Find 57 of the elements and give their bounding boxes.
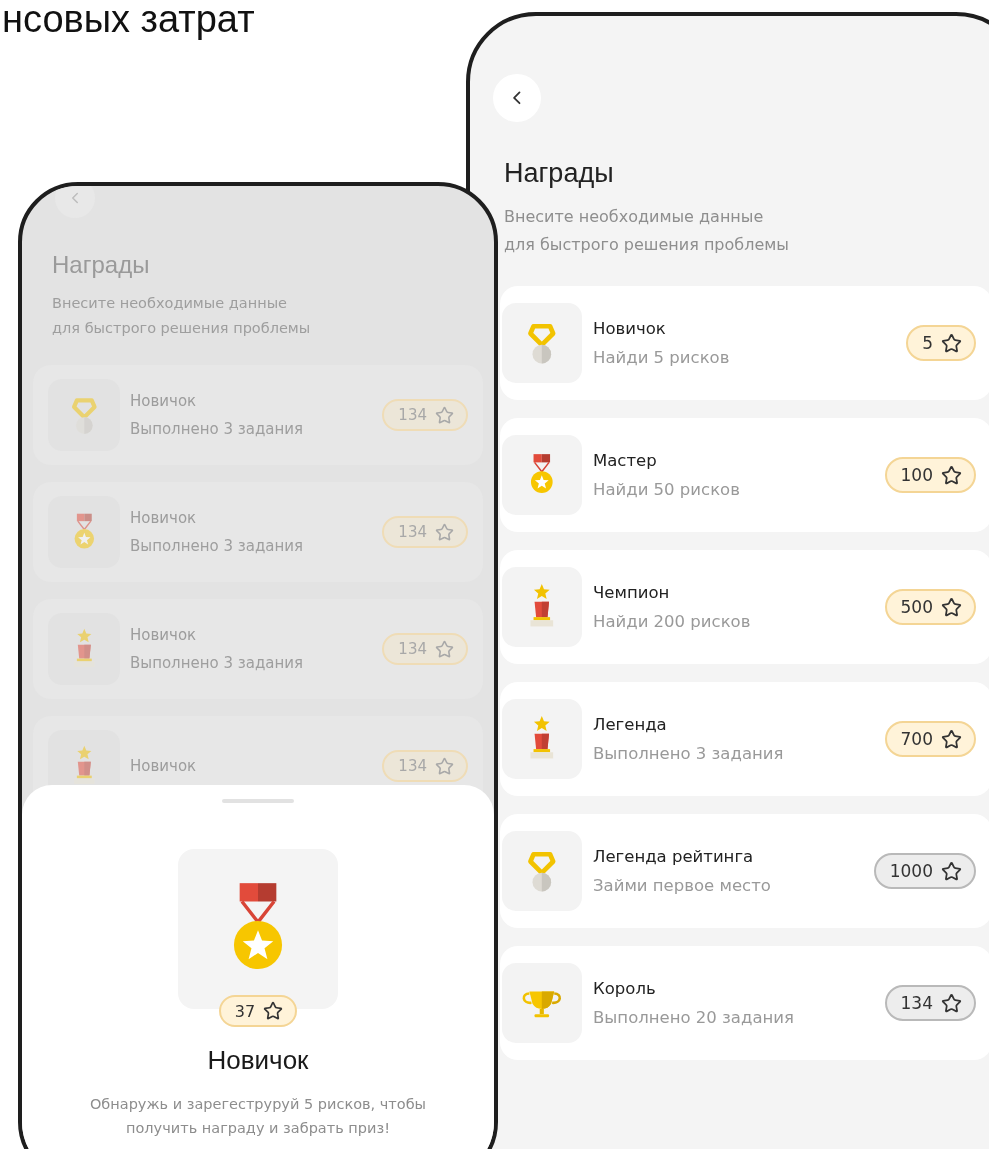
star-icon xyxy=(941,596,962,618)
star-icon xyxy=(941,332,962,354)
reward-name: Новичок xyxy=(130,509,198,527)
subtitle-line: Внесите необходимые данные xyxy=(52,294,288,313)
screen-title: Награды xyxy=(52,251,151,279)
points-value: 700 xyxy=(900,729,933,749)
reward-name: Новичок xyxy=(130,757,198,775)
star-icon xyxy=(941,728,962,750)
reward-task: Выполнено 3 задания xyxy=(593,744,785,763)
reward-card[interactable]: Чемпион Найди 200 рисков 500 xyxy=(500,550,989,664)
reward-card[interactable]: Легенда Выполнено 3 задания 700 xyxy=(500,682,989,796)
star-icon xyxy=(941,860,962,882)
points-value: 37 xyxy=(234,1001,256,1021)
star-icon xyxy=(435,405,454,425)
points-value: 5 xyxy=(922,333,933,353)
back-button[interactable] xyxy=(55,186,95,218)
points-value: 134 xyxy=(900,993,933,1013)
reward-name: Легенда рейтинга xyxy=(593,847,755,866)
points-value: 134 xyxy=(398,406,427,424)
reward-card[interactable]: Новичок Найди 5 рисков 5 xyxy=(500,286,989,400)
reward-task: Найди 5 рисков xyxy=(593,348,731,367)
reward-task: Займи первое место xyxy=(593,876,772,895)
points-value: 134 xyxy=(398,640,427,658)
star-icon xyxy=(941,464,962,486)
star-icon xyxy=(941,992,962,1014)
screen-title: Награды xyxy=(504,158,615,189)
reward-name: Новичок xyxy=(593,319,667,338)
star-icon xyxy=(435,756,454,776)
reward-description: Обнаружь и зарегеструруй 5 рисков, чтобы получить награду и забрать приз! xyxy=(88,1095,428,1138)
reward-task: Выполнено 3 задания xyxy=(130,420,305,438)
subtitle-line: для быстрого решения проблемы xyxy=(52,319,312,338)
reward-task: Найди 50 рисков xyxy=(593,480,741,499)
reward-name: Чемпион xyxy=(593,583,671,602)
reward-card[interactable]: Мастер Найди 50 рисков 100 xyxy=(500,418,989,532)
points-value: 100 xyxy=(900,465,933,485)
star-icon xyxy=(435,522,454,542)
star-icon xyxy=(435,639,454,659)
headline: нсовых затрат xyxy=(2,0,255,42)
reward-task: Найди 200 рисков xyxy=(593,612,752,631)
reward-name: Новичок xyxy=(130,626,198,644)
reward-name: Мастер xyxy=(593,451,658,470)
reward-card[interactable]: Король Выполнено 20 задания 134 xyxy=(500,946,989,1060)
reward-task: Выполнено 3 задания xyxy=(130,537,305,555)
reward-card[interactable]: Легенда рейтинга Займи первое место 1000 xyxy=(500,814,989,928)
points-value: 134 xyxy=(398,523,427,541)
reward-task: Выполнено 20 задания xyxy=(593,1008,795,1027)
subtitle-line: Внесите необходимые данные xyxy=(504,206,765,228)
star-icon xyxy=(263,1001,284,1021)
reward-name: Король xyxy=(593,979,657,998)
points-value: 500 xyxy=(900,597,933,617)
points-value: 1000 xyxy=(889,861,933,881)
reward-task: Выполнено 3 задания xyxy=(130,654,305,672)
reward-name: Новичок xyxy=(130,392,198,410)
reward-name: Легенда xyxy=(593,715,668,734)
points-value: 134 xyxy=(398,757,427,775)
reward-title: Новичок xyxy=(207,1045,309,1076)
subtitle-line: для быстрого решения проблемы xyxy=(504,234,790,256)
